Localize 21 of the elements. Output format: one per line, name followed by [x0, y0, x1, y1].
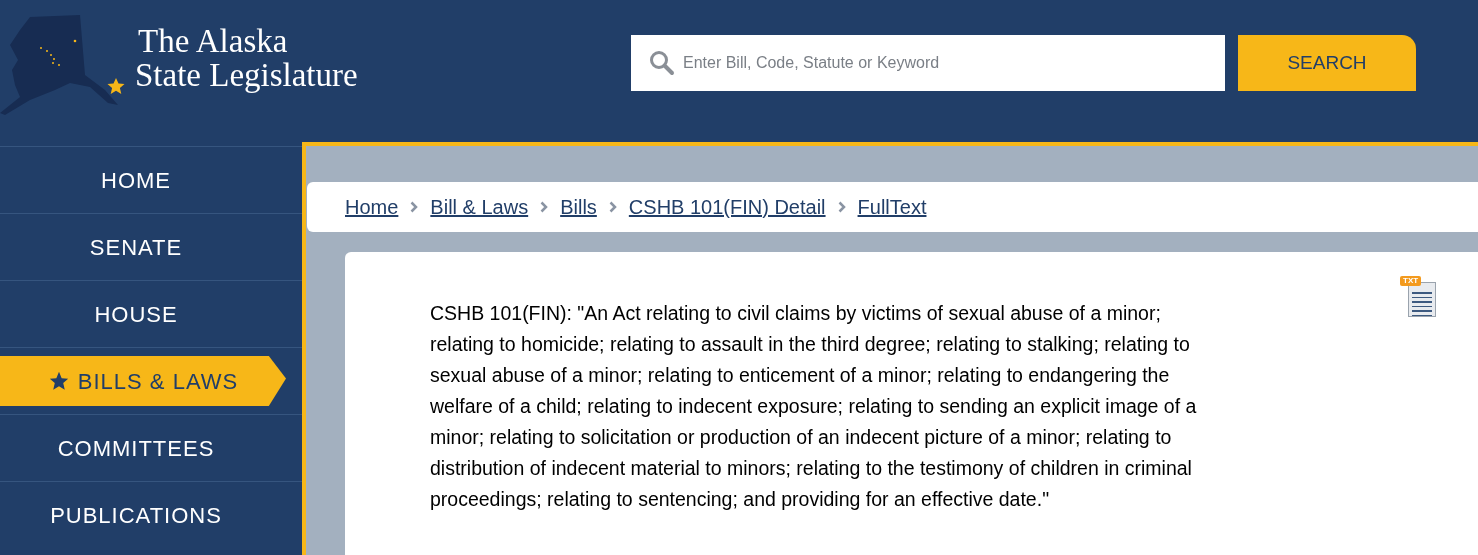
chevron-icon — [608, 201, 617, 213]
nav-item[interactable]: HOME — [0, 155, 272, 205]
nav-item[interactable]: HOUSE — [0, 289, 272, 339]
site-title: State Legislature — [135, 58, 358, 92]
chevron-icon — [540, 201, 549, 213]
breadcrumb-link[interactable]: Bill & Laws — [430, 192, 529, 222]
search-field[interactable]: Enter Bill, Code, Statute or Keyword — [631, 35, 1225, 91]
breadcrumb-link[interactable]: Bills — [560, 192, 597, 222]
bill-text: CSHB 101(FIN): "An Act relating to civil claims by victims of sexual abuse of a minor; relating to homicide; relating to assault in the third degree; relating to stalking; relating to sexual abuse of a minor; relating to enticement of a minor; relating to endangering the welfare of a child; relating to indecent exposure; relating to sending an explicit image of a minor; relating to solicitation or production of an indecent picture of a minor; relating to distribution of indecent material to minors; relating to the testimony of children in criminal proceedings; relating to sentencing; and providing for an effective date." — [430, 301, 1198, 512]
search-button[interactable]: SEARCH — [1238, 35, 1416, 91]
site-title: The Alaska — [138, 24, 289, 58]
chevron-icon — [410, 201, 419, 213]
nav-item[interactable]: PUBLICATIONS — [0, 490, 272, 540]
nav-item[interactable]: SENATE — [0, 222, 272, 272]
breadcrumb-link[interactable]: CSHB 101(FIN) Detail — [628, 192, 826, 222]
nav-item[interactable]: COMMITTEES — [0, 423, 272, 473]
nav-item[interactable]: BILLS & LAWS — [0, 356, 286, 406]
search-icon — [649, 50, 675, 76]
breadcrumb-link[interactable]: FullText — [857, 192, 927, 222]
chevron-icon — [837, 201, 846, 213]
breadcrumb-link[interactable]: Home — [345, 192, 399, 222]
